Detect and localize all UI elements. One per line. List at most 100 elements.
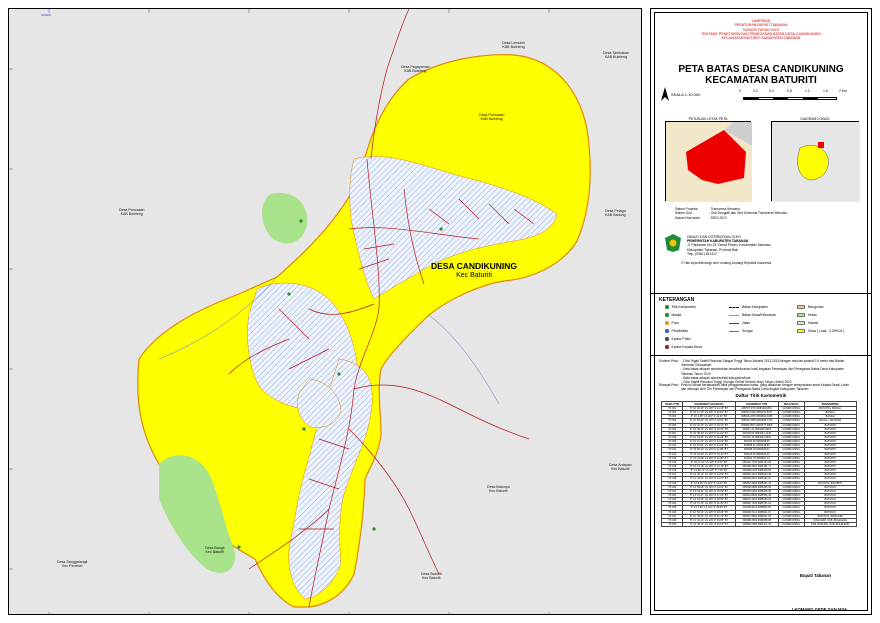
tabanan-logo-icon — [665, 234, 681, 252]
table-row: TK 013 8° 15' 24.99" LS 115° 8' 11.90" BT… — [660, 455, 858, 461]
table-row: TK 007 8° 16' 35.39" LS 115° 8' 11.22" BT… — [660, 430, 858, 437]
table-row: TK 008 8° 16' 23.96" LS 115° 8' 12.29" BT… — [660, 434, 858, 441]
table-cell: 8° 16' 23.49" LS 115° 9' 14.18" BT — [682, 405, 736, 412]
school-icon — [665, 329, 669, 333]
neighbor-label: Desa Lemukih KAB Buleleng — [502, 41, 525, 50]
table-cell: 304812.3186 9084285.7793 — [734, 418, 779, 424]
neighbor-label: Desa Baturiti Kec Baturiti — [421, 572, 442, 581]
table-row: TK 023 8° 13' 16.36" LS 115° 8' 18.56" BT… — [660, 497, 858, 503]
copyright-note: © Hak cipta dilindungi oleh Undang-Undan… — [681, 261, 772, 265]
table-row: TK 019 8° 14' 5.15" LS 115° 8' 12.63" BT 3… — [660, 480, 858, 486]
table-cell: KAB. BADUNG, KAB. BULELENG — [803, 521, 858, 528]
coordinates-table: NAMA TITIK KOORDINAT GEOGRAFI KOORDINAT … — [660, 401, 858, 528]
table-cell: 305816.2476 9084691.0065 — [734, 414, 779, 420]
legend-area-sawah: Sawah — [797, 321, 818, 325]
legend-point-pendidikan: Pendidikan — [665, 329, 688, 333]
map-panel[interactable]: DESA CANDIKUNING Kec Baturiti Desa Panca… — [8, 8, 642, 615]
table-row: TK 006 8° 16' 40.43" LS 115° 8' 16.43" BT… — [660, 426, 858, 432]
table-row: TK 024 8° 13' 11.72" LS 115° 8' 21.45" BT… — [660, 501, 858, 507]
table-row: TK 001 8° 16' 23.49" LS 115° 9' 14.18" BT… — [660, 405, 858, 412]
table-cell: 306562.0055 9086171.44 — [734, 521, 779, 528]
table-row: TK 025 8° 13' 0.84" LS 115° 8' 25.88" BT 3… — [660, 505, 858, 511]
table-cell: 306023.0149 9084270.8977 — [734, 410, 779, 416]
neighbor-label: Desa Pancasari KAB Buleleng — [479, 113, 505, 122]
table-cell: TK 029 — [660, 521, 684, 528]
scale-bar — [743, 97, 837, 100]
legend-line-kabupaten: Batas Kabupaten — [729, 305, 768, 309]
table-cell: 8° 13' 16.36" LS 115° 8' 18.56" BT — [682, 497, 736, 503]
table-cell: 8° 13' 11.72" LS 115° 8' 21.45" BT — [682, 501, 736, 507]
table-cell: 8° 12' 49.64" LS 115° 8' 31.73" BT — [682, 513, 736, 519]
signatory-name: I KOMANG GEDE SANJAYA — [792, 607, 847, 612]
table-row: TK 011 8° 15' 56.14" LS 115° 8' 11.88" BT… — [660, 447, 858, 453]
table-row: TK 004 8° 16' 52.42" LS 115° 9' 19.51" BT… — [660, 418, 858, 424]
table-row: TK 010 8° 16' 15.04" LS 115° 8' 12.64" BT… — [660, 443, 858, 449]
temple-icon — [665, 321, 669, 325]
table-cell: 8° 12' 38.11" LS 115° 8' 40.12" BT — [682, 521, 736, 528]
table-cell: 304869.8672 9084377.2804 — [734, 422, 779, 428]
divider — [651, 293, 871, 294]
projection-info: Sistem Proyeksi: Transverse Mercator Sis… — [675, 207, 788, 220]
table-cell: 8° 14' 33.51" LS 115° 8' 13.27" BT — [682, 476, 736, 482]
table-cell: 8° 16' 23.96" LS 115° 8' 12.29" BT — [682, 434, 736, 441]
neighbor-label: Desa Bangli Kec Baturiti — [205, 546, 225, 555]
map-sources: Sumber Peta :- Citra Tegak Satelit Resol… — [659, 359, 845, 385]
table-cell: 8° 16' 52.42" LS 115° 9' 19.51" BT — [682, 418, 736, 424]
legend-point-kartometrik: Titik Kartometrik — [665, 305, 696, 309]
divider — [651, 355, 871, 356]
table-row: TK 028 8° 12' 42.13" LS 115° 8' 34.65" BT… — [660, 517, 858, 523]
police-icon — [665, 337, 669, 341]
table-row: TK 002 8° 16' 11.73" LS 115° 9' 26.81" BT… — [660, 410, 858, 416]
legend-line-sungai: Sungai — [729, 329, 753, 333]
table-row: TK 022 8° 13' 21.27" LS 115° 8' 17.03" BT… — [660, 492, 858, 499]
table-row: TK 009 8° 16' 21.74" LS 115° 8' 13.09" BT… — [660, 439, 858, 445]
table-row: TK 018 8° 14' 33.51" LS 115° 8' 13.27" BT… — [660, 476, 858, 482]
table-cell: 8° 16' 40.43" LS 115° 8' 16.43" BT — [682, 426, 736, 432]
table-cell: 8° 13' 0.84" LS 115° 8' 25.88" BT — [682, 505, 736, 511]
table-cell: 8° 16' 11.73" LS 115° 9' 26.81" BT — [682, 410, 736, 416]
table-cell: 8° 15' 43.49" LS 115° 8' 12.11" BT — [682, 451, 736, 457]
publisher-info: DIBUAT DAN DITERBITKAN OLEH PEMERINTAH K… — [687, 235, 772, 256]
neighbor-label: Desa Batunya Kec Baturiti — [487, 485, 510, 494]
legend-line-desa: Batas Desa/Kelurahan — [729, 313, 776, 317]
desa-name: DESA CANDIKUNING — [430, 261, 518, 271]
legend-area-hutan: Hutan — [797, 313, 817, 317]
inset-diagram-map — [772, 122, 860, 202]
neighbor-label: Desa Pancasari KAB Buleleng — [119, 208, 145, 217]
table-row: TK 003 8° 16' 1.05" LS 115° 9' 24.42" BT 3… — [660, 414, 858, 420]
table-row: TK 020 8° 13' 59.48" LS 115° 8' 14.00" BT… — [660, 484, 858, 490]
inset-location: PETUNJUK LETAK PETA — [665, 117, 752, 202]
map-canvas[interactable] — [9, 9, 642, 615]
neighbor-label: Desa Pegayaman KAB Buleleng — [401, 65, 430, 74]
table-cell: 8° 15' 24.99" LS 115° 8' 11.90" BT — [682, 455, 736, 461]
inset-diagram: DIAGRAM LOKASI — [771, 117, 860, 202]
table-cell: 8° 13' 59.48" LS 115° 8' 14.00" BT — [682, 484, 736, 490]
neighbor-label: Desa Pelaga KAB Badung — [605, 209, 626, 218]
table-cell: 8° 16' 31.76" LS 115° 9' 19.47" BT — [682, 422, 736, 428]
legend-point-pura: Pura — [665, 321, 679, 325]
map-history: Riwayat Peta :Peta ini dibuat berdasarka… — [659, 383, 849, 392]
table-cell: 8° 13' 21.27" LS 115° 8' 17.03" BT — [682, 492, 736, 499]
table-cell: 8° 16' 35.39" LS 115° 8' 11.22" BT — [682, 430, 736, 437]
legend-title: KETERANGAN — [659, 297, 695, 303]
table-row: TK 005 8° 16' 31.76" LS 115° 9' 19.47" BT… — [660, 422, 858, 428]
desa-kecamatan: Kec Baturiti — [456, 272, 492, 279]
scale-label: SKALA 1:10.000 — [671, 92, 701, 97]
table-cell: CANDIKUNING — [777, 521, 805, 528]
inset-location-map — [666, 122, 752, 202]
coordinates-table-body: TK 001 8° 16' 23.49" LS 115° 9' 14.18" BT… — [660, 405, 858, 528]
legend-point-kantor-desa: Kantor Kepala Desa — [665, 345, 702, 349]
triangle-marker-icon — [665, 305, 669, 309]
table-cell: 8° 12' 42.13" LS 115° 8' 34.65" BT — [682, 517, 736, 523]
table-row: TK 014 8° 15' 17.10" LS 115° 8' 9.57" BT 3… — [660, 459, 858, 465]
table-cell: 8° 12' 56.13" LS 115° 8' 28.08" BT — [682, 509, 736, 515]
table-row: TK 017 8° 14' 45.11" LS 115° 8' 14.54" BT… — [660, 472, 858, 478]
table-cell: 8° 15' 17.10" LS 115° 8' 9.57" BT — [682, 459, 736, 465]
north-arrow-icon — [661, 87, 669, 101]
table-cell: 8° 15' 13.18" LS 115° 8' 12.79" BT — [682, 463, 736, 470]
table-cell: 8° 14' 56.72" LS 115° 8' 7.95" BT — [682, 468, 736, 474]
legend-point-masjid: Masjid — [665, 313, 681, 317]
regulation-header: LAMPIRAN PERATURAN BUPATI TABANAN NOMOR … — [700, 19, 822, 41]
legend-line-jalan: Jalan — [729, 321, 750, 325]
table-cell: 8° 13' 33.41" LS 115° 8' 15.59" BT — [682, 488, 736, 494]
